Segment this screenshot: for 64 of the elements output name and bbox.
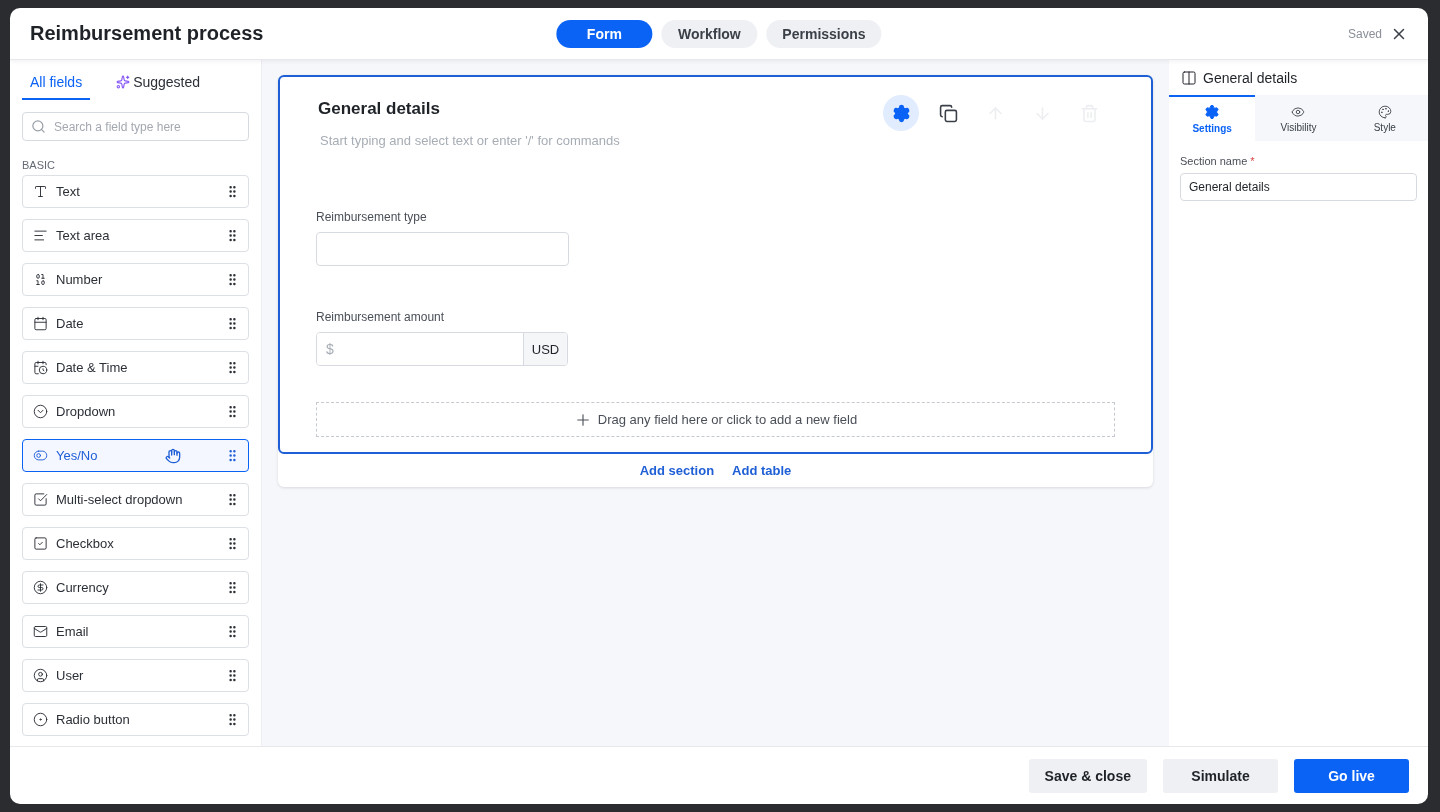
secondary-button[interactable]: Simulate (1163, 758, 1278, 793)
window-title: Reimbursement process (30, 22, 264, 45)
mail-icon (33, 624, 48, 639)
field-type-item[interactable]: Date & Time (22, 351, 249, 384)
search-icon (31, 119, 46, 134)
hand-cursor-icon (165, 447, 181, 464)
panel-tab[interactable]: Visibility (1255, 95, 1342, 141)
field-type-item[interactable]: Number (22, 263, 249, 296)
calendar-clock-icon (33, 360, 48, 375)
sparkle-icon (116, 75, 131, 89)
panel-title: General details (1203, 69, 1298, 86)
toggle-icon (33, 448, 48, 463)
field-type-item[interactable]: Dropdown (22, 395, 249, 428)
add-link[interactable]: Add table (732, 463, 792, 478)
required-mark: * (1250, 155, 1255, 167)
columns-icon (1181, 69, 1197, 86)
settings-icon (891, 103, 911, 123)
currency-unit: USD (523, 333, 567, 365)
mode-tab[interactable]: Permissions (766, 19, 882, 48)
field-label: Reimbursement amount (316, 310, 446, 324)
search-box[interactable]: Search a field type here (22, 112, 249, 141)
mode-tab[interactable]: Workflow (661, 19, 758, 48)
panel-tab[interactable]: Style (1341, 95, 1428, 141)
copy-icon (938, 103, 958, 123)
add-link[interactable]: Add section (639, 463, 715, 478)
palette-icon (1377, 105, 1392, 119)
checkbox-icon (33, 536, 48, 551)
section-title: General details (318, 99, 440, 119)
secondary-button[interactable]: Save & close (1028, 758, 1147, 793)
field-type-item[interactable]: Yes/No (22, 439, 249, 472)
sidebar-tab[interactable]: Suggested (108, 70, 209, 100)
field-label: Section name (1180, 155, 1248, 167)
lines-icon (33, 228, 48, 243)
group-heading: BASIC (22, 159, 56, 171)
field-type-item[interactable]: Text area (22, 219, 249, 252)
text-input[interactable] (316, 232, 569, 266)
currency-field[interactable]: $ USD (316, 332, 568, 366)
field-type-item[interactable]: Date (22, 307, 249, 340)
radio-icon (33, 712, 48, 727)
field-type-item[interactable]: Text (22, 175, 249, 208)
chevron-circle-icon (33, 404, 48, 419)
user-icon (33, 668, 48, 683)
field-type-item[interactable]: Multi-select dropdown (22, 483, 249, 516)
eye-icon (1291, 105, 1306, 119)
number-icon (33, 272, 48, 287)
save-status: Saved (1347, 26, 1382, 41)
primary-button[interactable]: Go live (1294, 758, 1409, 793)
sidebar-tab[interactable]: All fields (22, 70, 91, 100)
field-type-item[interactable]: Currency (22, 571, 249, 604)
letter-icon (33, 184, 48, 199)
settings-icon (1204, 104, 1221, 120)
field-type-item[interactable]: Checkbox (22, 527, 249, 560)
dollar-icon (33, 580, 48, 595)
field-label: Reimbursement type (316, 210, 428, 224)
field-type-item[interactable]: Email (22, 615, 249, 648)
checklist-icon (33, 492, 48, 507)
panel-tab[interactable]: Settings (1169, 95, 1256, 141)
add-field-dropzone[interactable]: Drag any field here or click to add a new field (316, 402, 1115, 437)
calendar-icon (33, 316, 48, 331)
mode-tab[interactable]: Form (556, 19, 653, 48)
field-type-item[interactable]: Radio button (22, 703, 249, 736)
settings-button[interactable] (883, 95, 919, 131)
field-type-item[interactable]: User (22, 659, 249, 692)
section-name-input[interactable]: General details (1180, 173, 1417, 201)
